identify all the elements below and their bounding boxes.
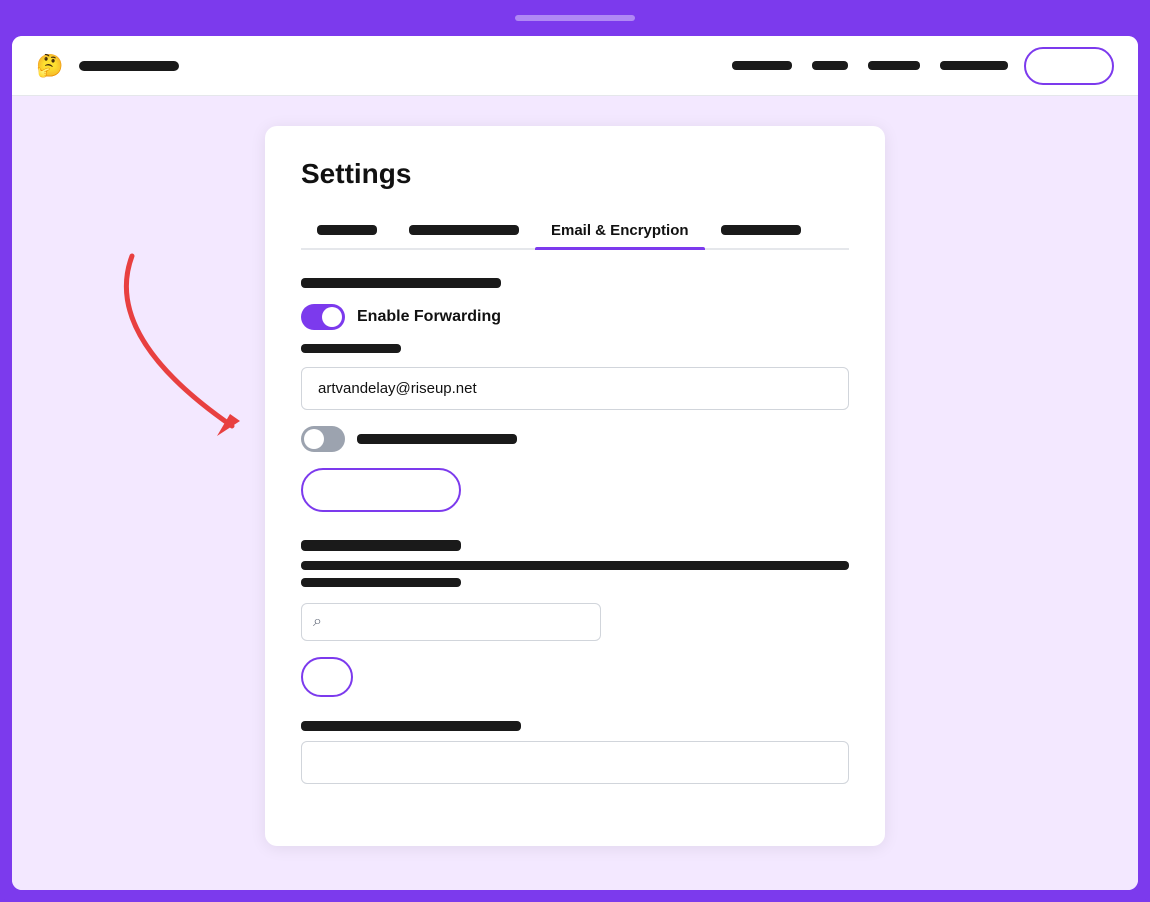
sub-placeholder <box>301 344 401 353</box>
tab-1[interactable] <box>301 214 393 248</box>
bottom-section-header <box>301 721 521 731</box>
search-input[interactable] <box>301 603 601 641</box>
toggle2-row <box>301 426 849 452</box>
bottom-input[interactable] <box>301 741 849 784</box>
toggle-knob <box>322 307 342 327</box>
toggle2-label <box>357 434 517 444</box>
action-button-1[interactable] <box>301 468 461 512</box>
enable-forwarding-toggle[interactable] <box>301 304 345 330</box>
search-icon: ⌕ <box>313 613 322 631</box>
main-area: Settings Email & Encryption <box>12 96 1138 890</box>
nav-link-2[interactable] <box>812 61 848 70</box>
tabs-row: Email & Encryption <box>301 214 849 250</box>
enable-forwarding-row: Enable Forwarding <box>301 304 849 330</box>
section1-header <box>301 278 501 288</box>
app-name-placeholder <box>79 61 179 71</box>
nav-link-3[interactable] <box>868 61 920 70</box>
tab-1-placeholder <box>317 225 377 235</box>
nav-link-4[interactable] <box>940 61 1008 70</box>
window-chrome: 🤔 <box>0 0 1150 902</box>
tab-4-placeholder <box>721 225 801 235</box>
tab-2[interactable] <box>393 214 535 248</box>
tab-email-encryption-label: Email & Encryption <box>551 222 689 239</box>
section2-desc <box>301 561 849 587</box>
title-bar <box>0 0 1150 36</box>
nav-links <box>732 61 1008 70</box>
section2-header <box>301 540 461 551</box>
settings-panel: Settings Email & Encryption <box>265 126 885 846</box>
app-name-area <box>79 61 179 71</box>
toggle2-knob <box>304 429 324 449</box>
enable-forwarding-label: Enable Forwarding <box>357 308 501 326</box>
tab-2-placeholder <box>409 225 519 235</box>
toggle2[interactable] <box>301 426 345 452</box>
tab-4[interactable] <box>705 214 817 248</box>
nav-cta-button[interactable] <box>1024 47 1114 85</box>
arrow-annotation <box>72 236 292 456</box>
nav-bar: 🤔 <box>12 36 1138 96</box>
tab-email-encryption[interactable]: Email & Encryption <box>535 214 705 248</box>
action-button-2[interactable] <box>301 657 353 697</box>
forwarding-email-input[interactable] <box>301 367 849 410</box>
page-title: Settings <box>301 158 849 190</box>
app-emoji: 🤔 <box>36 53 63 79</box>
search-wrapper: ⌕ <box>301 603 849 641</box>
nav-link-1[interactable] <box>732 61 792 70</box>
browser-content: 🤔 <box>12 36 1138 890</box>
desc-line-2 <box>301 578 461 587</box>
title-bar-pill <box>515 15 635 21</box>
desc-line-1 <box>301 561 849 570</box>
